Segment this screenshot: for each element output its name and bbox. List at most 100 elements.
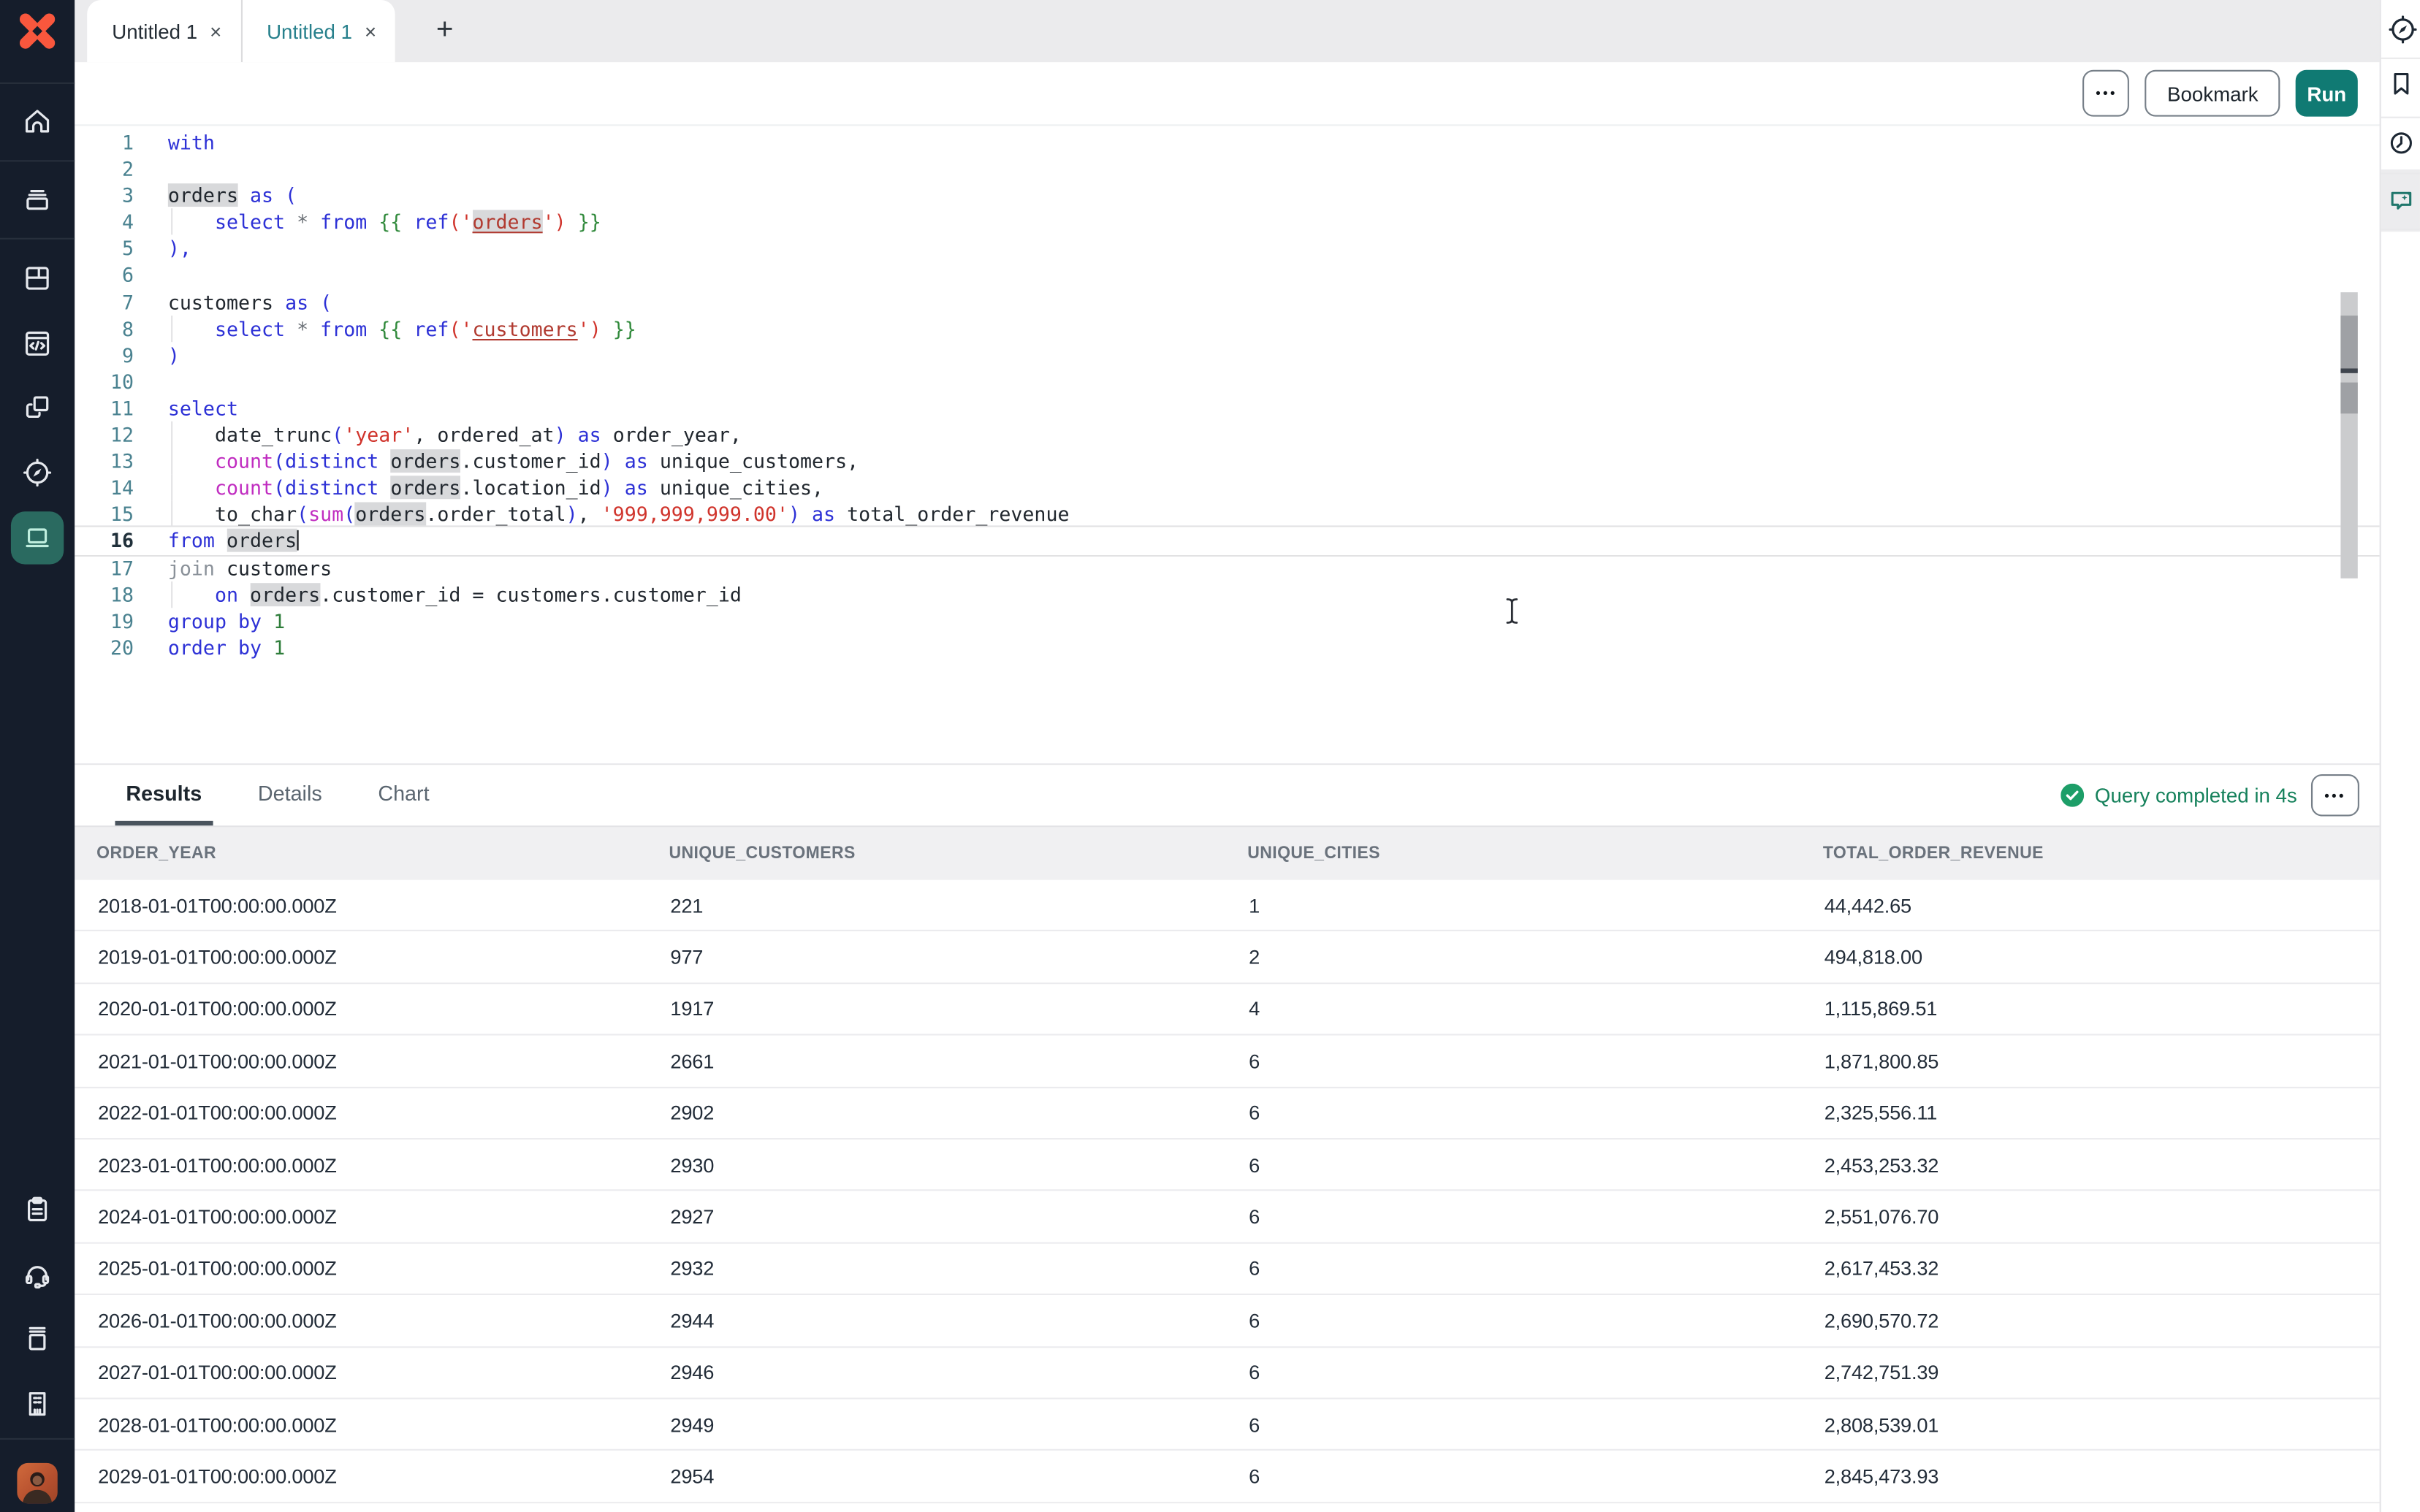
table-row[interactable]: 2024-01-01T00:00:00.000Z292762,551,076.7… [75, 1191, 2379, 1243]
table-row[interactable]: 2026-01-01T00:00:00.000Z294462,690,570.7… [75, 1295, 2379, 1347]
code-content: to_char(sum(orders.order_total), '999,99… [168, 501, 2380, 527]
table-cell: 494,818.00 [1801, 945, 2380, 969]
close-icon[interactable]: × [210, 21, 221, 42]
query-status-text: Query completed in 4s [2095, 784, 2297, 807]
column-header-unique_customers[interactable]: UNIQUE_CUSTOMERS [647, 844, 1190, 863]
line-number: 6 [75, 262, 149, 289]
code-content: ), [168, 235, 2380, 261]
table-cell: 2019-01-01T00:00:00.000Z [75, 945, 647, 969]
line-number: 15 [75, 501, 149, 527]
more-options-button[interactable]: ••• [2083, 70, 2130, 117]
table-row[interactable]: 2027-01-01T00:00:00.000Z294662,742,751.3… [75, 1347, 2379, 1399]
history-icon[interactable] [2387, 129, 2415, 157]
table-cell: 2954 [647, 1465, 1225, 1488]
line-number: 18 [75, 581, 149, 607]
table-cell: 2902 [647, 1101, 1225, 1125]
editor-scrollbar[interactable] [2340, 292, 2357, 579]
column-header-order_year[interactable]: ORDER_YEAR [75, 844, 612, 863]
line-number: 9 [75, 342, 149, 368]
hex-logo-icon[interactable] [17, 11, 57, 51]
code-file-icon[interactable] [22, 328, 53, 359]
user-avatar[interactable] [17, 1463, 57, 1503]
tab-details[interactable]: Details [247, 765, 333, 825]
table-cell: 2,551,076.70 [1801, 1205, 2380, 1229]
code-content: select * from {{ ref('orders') }} [168, 209, 2380, 235]
rail-divider [0, 160, 75, 161]
table-row[interactable]: 2029-01-01T00:00:00.000Z295462,845,473.9… [75, 1451, 2379, 1503]
collections-icon[interactable] [22, 183, 53, 215]
home-icon[interactable] [22, 106, 53, 137]
table-row[interactable]: 2025-01-01T00:00:00.000Z293262,617,453.3… [75, 1243, 2379, 1295]
code-line-14[interactable]: 14 count(distinct orders.location_id) as… [75, 475, 2379, 501]
code-line-18[interactable]: 18 on orders.customer_id = customers.cus… [75, 581, 2379, 607]
code-line-7[interactable]: 7customers as ( [75, 289, 2379, 315]
close-icon[interactable]: × [365, 21, 376, 42]
code-line-19[interactable]: 19group by 1 [75, 608, 2379, 634]
code-line-2[interactable]: 2 [75, 156, 2379, 182]
code-line-20[interactable]: 20order by 1 [75, 634, 2379, 660]
code-content: order by 1 [168, 634, 2380, 660]
clipboard-icon[interactable] [22, 1194, 53, 1226]
table-cell: 2020-01-01T00:00:00.000Z [75, 997, 647, 1020]
code-content: group by 1 [168, 608, 2380, 634]
run-button[interactable]: Run [2296, 70, 2358, 117]
workspace-icon[interactable] [22, 522, 53, 554]
bookmarks-icon[interactable] [2387, 70, 2415, 98]
column-header-total_order_revenue[interactable]: TOTAL_ORDER_REVENUE [1801, 844, 2345, 863]
table-row[interactable]: 2028-01-01T00:00:00.000Z294962,808,539.0… [75, 1399, 2379, 1451]
right-rail [2380, 0, 2420, 1512]
scrollbar-thumb[interactable] [2340, 316, 2357, 368]
docs-icon[interactable] [22, 1323, 53, 1354]
code-line-8[interactable]: 8 select * from {{ ref('customers') }} [75, 315, 2379, 341]
table-cell: 1,871,800.85 [1801, 1049, 2380, 1072]
table-cell: 2 [1225, 945, 1801, 969]
magic-comment-icon[interactable] [2387, 186, 2415, 214]
line-number: 1 [75, 129, 149, 156]
tab-untitled-1[interactable]: Untitled 1 × [87, 0, 240, 62]
tab-label: Untitled 1 [112, 20, 197, 43]
table-cell: 6 [1225, 1257, 1801, 1280]
templates-icon[interactable] [22, 392, 53, 423]
code-line-9[interactable]: 9) [75, 342, 2379, 368]
scrollbar-annotation [2340, 383, 2357, 414]
tab-untitled-1-active[interactable]: Untitled 1 × [240, 0, 395, 62]
results-more-button[interactable]: ••• [2311, 774, 2359, 816]
organization-icon[interactable] [22, 1389, 53, 1420]
code-line-11[interactable]: 11select [75, 395, 2379, 421]
tab-results[interactable]: Results [115, 765, 213, 825]
table-cell: 977 [647, 945, 1225, 969]
code-line-15[interactable]: 15 to_char(sum(orders.order_total), '999… [75, 501, 2379, 527]
table-row[interactable]: 2019-01-01T00:00:00.000Z9772494,818.00 [75, 932, 2379, 984]
code-line-10[interactable]: 10 [75, 368, 2379, 394]
table-cell: 2018-01-01T00:00:00.000Z [75, 893, 647, 917]
explore-icon[interactable] [22, 457, 53, 489]
tab-chart[interactable]: Chart [367, 765, 440, 825]
table-row[interactable]: 2018-01-01T00:00:00.000Z221144,442.65 [75, 880, 2379, 932]
new-tab-button[interactable]: + [420, 0, 470, 62]
code-line-17[interactable]: 17join customers [75, 554, 2379, 581]
apps-grid-icon[interactable] [22, 263, 53, 294]
table-row[interactable]: 2020-01-01T00:00:00.000Z191741,115,869.5… [75, 984, 2379, 1036]
table-row[interactable]: 2023-01-01T00:00:00.000Z293062,453,253.3… [75, 1139, 2379, 1191]
sql-editor[interactable]: 1with23orders as (4 select * from {{ ref… [75, 126, 2379, 763]
support-icon[interactable] [22, 1259, 53, 1291]
table-row[interactable]: 2030-01-01T00:00:00.000Z287961,841,049.3… [75, 1503, 2379, 1512]
explore-icon[interactable] [2387, 14, 2415, 42]
column-header-unique_cities[interactable]: UNIQUE_CITIES [1225, 844, 1766, 863]
code-content: join customers [168, 554, 2380, 581]
code-line-12[interactable]: 12 date_trunc('year', ordered_at) as ord… [75, 421, 2379, 448]
code-line-5[interactable]: 5), [75, 235, 2379, 261]
code-line-6[interactable]: 6 [75, 262, 2379, 289]
code-content: on orders.customer_id = customers.custom… [168, 581, 2380, 607]
code-line-4[interactable]: 4 select * from {{ ref('orders') }} [75, 209, 2379, 235]
bookmark-button[interactable]: Bookmark [2145, 70, 2280, 117]
code-line-3[interactable]: 3orders as ( [75, 182, 2379, 208]
code-line-13[interactable]: 13 count(distinct orders.customer_id) as… [75, 448, 2379, 474]
code-content [168, 156, 2380, 182]
table-row[interactable]: 2022-01-01T00:00:00.000Z290262,325,556.1… [75, 1088, 2379, 1139]
code-line-16[interactable]: 16from orders [75, 527, 2379, 554]
table-cell: 2024-01-01T00:00:00.000Z [75, 1205, 647, 1229]
table-row[interactable]: 2021-01-01T00:00:00.000Z266161,871,800.8… [75, 1036, 2379, 1088]
code-line-1[interactable]: 1with [75, 129, 2379, 156]
table-cell: 2022-01-01T00:00:00.000Z [75, 1101, 647, 1125]
